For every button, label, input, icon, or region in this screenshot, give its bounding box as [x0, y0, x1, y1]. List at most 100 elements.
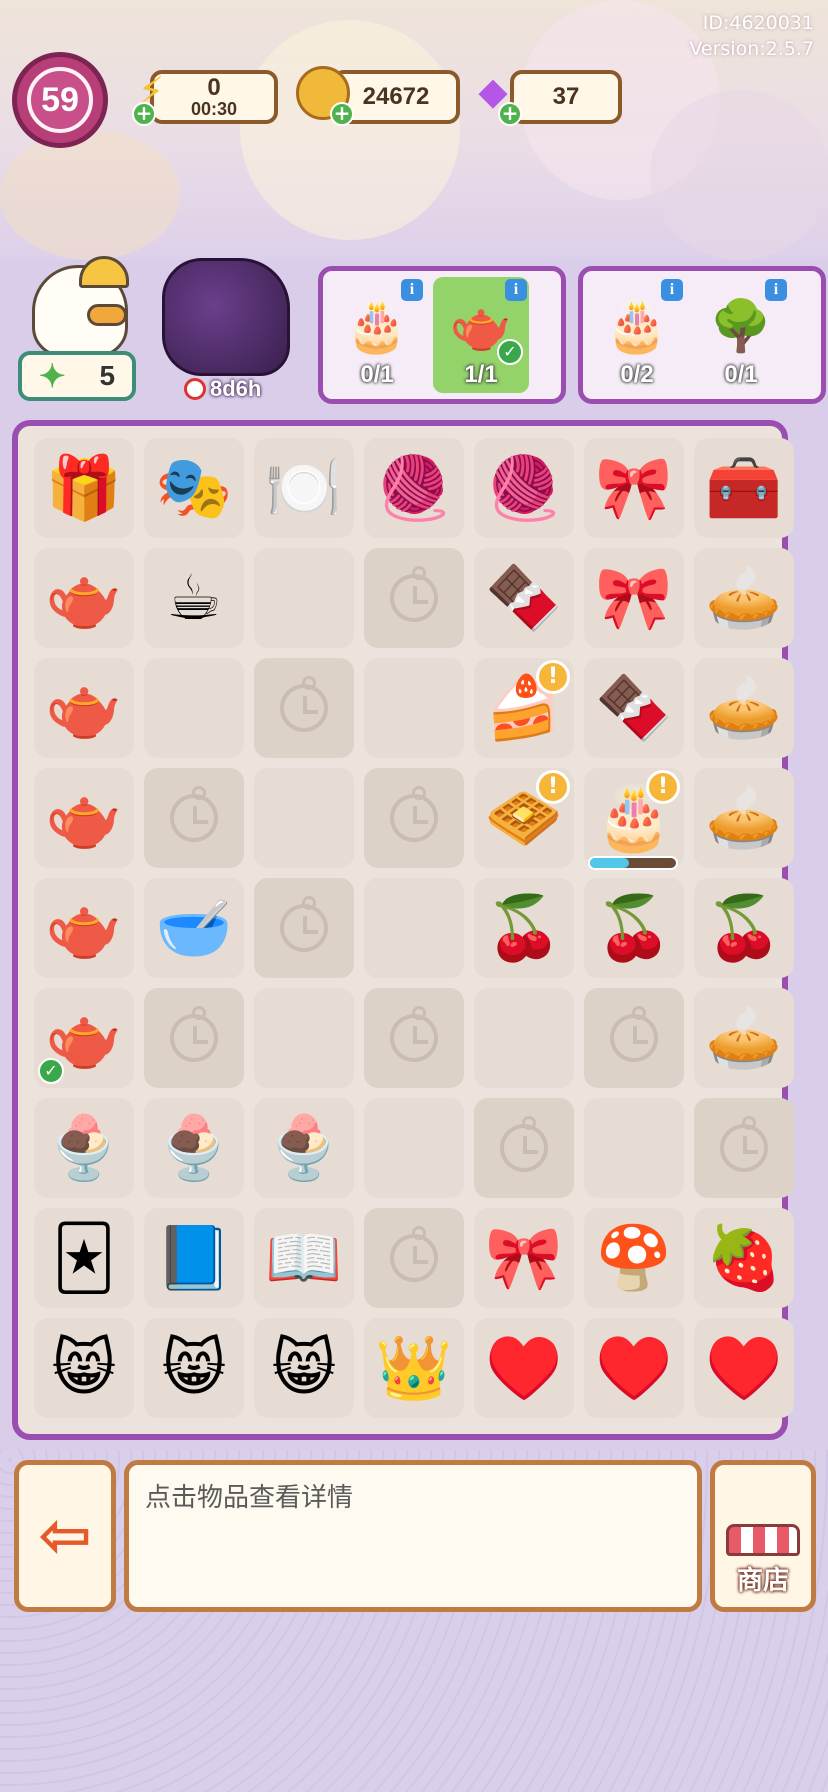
board-cell-empty — [254, 548, 354, 648]
board-cell-locked[interactable] — [364, 988, 464, 1088]
order-item[interactable]: 🌳 0/1 i — [693, 277, 789, 393]
board-cell-item[interactable]: 😸 — [34, 1318, 134, 1418]
board-cell-item[interactable]: 🫖 — [34, 768, 134, 868]
board-cell-item[interactable]: 👑 — [364, 1318, 464, 1418]
board-cell-locked[interactable] — [694, 1098, 794, 1198]
order-item[interactable]: 🫖 1/1 i ✓ — [433, 277, 529, 393]
board-cell-locked[interactable] — [364, 1208, 464, 1308]
board-cell-item[interactable]: 🫖 — [34, 548, 134, 648]
board-cell-item[interactable]: 🍒 — [584, 878, 684, 978]
order-card-2[interactable]: 🎂 0/2 i 🌳 0/1 i — [578, 266, 826, 404]
board-cell-item[interactable]: 🍓 — [694, 1208, 794, 1308]
order-item[interactable]: 🎂 0/1 i — [329, 277, 425, 393]
exit-button[interactable]: ⇦ — [14, 1460, 116, 1612]
stopwatch-icon — [280, 676, 328, 732]
info-icon[interactable]: i — [661, 279, 683, 301]
gem-counter[interactable]: 37 — [510, 70, 622, 124]
heart-card-guard-icon: ♥️ — [705, 1331, 783, 1404]
board-cell-item[interactable]: 🍒 — [474, 878, 574, 978]
board-cell-locked[interactable] — [584, 988, 684, 1088]
board-cell-item[interactable]: 🎭 — [144, 438, 244, 538]
version-label: Version:2.5.7 — [689, 38, 814, 60]
board-cell-item[interactable]: 🃏 — [34, 1208, 134, 1308]
bottom-bar: ⇦ 点击物品查看详情 商店 — [0, 1450, 828, 1792]
build-info: ID:4620031 Version:2.5.7 — [689, 10, 814, 62]
board-cell-item[interactable]: 🍨 — [34, 1098, 134, 1198]
board-cell-item[interactable]: 🥧 — [694, 658, 794, 758]
board-grid: 🎁 🎭 🍽️ 🧶 🧶 🎀 🧰 🫖 ☕ 🍫 🎀 🥧 🫖 🍰! 🍫 🥧 🫖 🧇! 🎂! 🥧 🫖 🥣 🍒 🍒 🍒 🫖 ✓ 🥧 🍨 🍨 🍨 🃏 📘 📖 🎀 🍄… — [34, 438, 794, 1418]
board-cell-item[interactable]: ♥️ — [584, 1318, 684, 1418]
board-cell-empty — [364, 1098, 464, 1198]
board-cell-item[interactable]: 🍫 — [474, 548, 574, 648]
storybook-icon: 📘 — [155, 1221, 233, 1294]
board-cell-item[interactable]: 🎁 — [34, 438, 134, 538]
board-cell-locked[interactable] — [254, 878, 354, 978]
board-cell-item[interactable]: 🥧 — [694, 988, 794, 1088]
board-cell-item[interactable]: 🍰! — [474, 658, 574, 758]
duck-helper-icon — [32, 256, 129, 357]
board-cell-item[interactable]: 🎀 — [584, 548, 684, 648]
shop-stall-icon — [726, 1524, 800, 1556]
order-card-1[interactable]: 🎂 0/1 i 🫖 1/1 i ✓ — [318, 266, 566, 404]
level-badge[interactable]: 59 — [12, 52, 108, 148]
producer-tree[interactable]: 8d6h — [156, 258, 296, 408]
fruit-tart-icon: 🥧 — [705, 671, 783, 744]
board-cell-item[interactable]: 🍽️ — [254, 438, 354, 538]
board-cell-item[interactable]: 🍨 — [144, 1098, 244, 1198]
producer-timer-text: 8d6h — [210, 376, 262, 401]
add-gems-button[interactable]: + — [498, 102, 522, 126]
board-cell-item[interactable]: 🥧 — [694, 548, 794, 648]
energy-chest-icon: 🎁 — [45, 451, 123, 524]
board-cell-item[interactable]: 🧰 — [694, 438, 794, 538]
board-cell-locked[interactable] — [144, 768, 244, 868]
berry-pudding-icon: 🍨 — [265, 1111, 343, 1184]
board-cell-item[interactable]: 🎀 — [474, 1208, 574, 1308]
strawberry-icon: 🍓 — [705, 1221, 783, 1294]
board-cell-item[interactable]: 🍨 — [254, 1098, 354, 1198]
layer-cake-icon: 🎂 — [345, 297, 409, 355]
helper-duck[interactable]: ✦ 5 — [18, 255, 138, 405]
cheshire-cat-icon: 😸 — [271, 1331, 337, 1404]
board-cell-empty — [364, 658, 464, 758]
stopwatch-icon — [610, 1006, 658, 1062]
progress-fill — [590, 858, 629, 868]
info-icon[interactable]: i — [505, 279, 527, 301]
board-cell-item[interactable]: 🎀 — [584, 438, 684, 538]
info-icon[interactable]: i — [401, 279, 423, 301]
board-cell-item[interactable]: 🧶 — [474, 438, 574, 538]
board-cell-item[interactable]: 📘 — [144, 1208, 244, 1308]
yarn-spool-icon: 🧶 — [485, 451, 563, 524]
board-cell-item[interactable]: ♥️ — [694, 1318, 794, 1418]
board-cell-locked[interactable] — [364, 768, 464, 868]
card-soldiers-icon: 🃏 — [52, 1221, 116, 1294]
info-icon[interactable]: i — [765, 279, 787, 301]
board-cell-item[interactable]: 🫖 — [34, 658, 134, 758]
shop-button[interactable]: 商店 — [710, 1460, 816, 1612]
board-cell-locked[interactable] — [144, 988, 244, 1088]
raspberry-icon: 🍒 — [705, 891, 783, 964]
board-cell-locked[interactable] — [364, 548, 464, 648]
board-cell-item[interactable]: 📖 — [254, 1208, 354, 1308]
board-cell-item[interactable]: ☕ — [144, 548, 244, 648]
add-coins-button[interactable]: + — [330, 102, 354, 126]
board-cell-item[interactable]: 🍄 — [584, 1208, 684, 1308]
board-cell-item[interactable]: 🎂! — [584, 768, 684, 870]
board-cell-item[interactable]: 🧇! — [474, 768, 574, 868]
board-cell-item[interactable]: 😸 — [144, 1318, 244, 1418]
board-cell-item[interactable]: 🧶 — [364, 438, 464, 538]
board-cell-item[interactable]: ♥️ — [474, 1318, 574, 1418]
board-cell-item[interactable]: 🫖 — [34, 878, 134, 978]
board-cell-locked[interactable] — [474, 1098, 574, 1198]
board-cell-item[interactable]: 🍒 — [694, 878, 794, 978]
board-cell-item[interactable]: 🫖 ✓ — [34, 988, 134, 1088]
add-energy-button[interactable]: + — [132, 102, 156, 126]
board-cell-item[interactable]: 🥧 — [694, 768, 794, 868]
stopwatch-icon — [390, 1006, 438, 1062]
board-cell-locked[interactable] — [254, 658, 354, 758]
board-cell-item[interactable]: 🍫 — [584, 658, 684, 758]
order-item[interactable]: 🎂 0/2 i — [589, 277, 685, 393]
board-cell-item[interactable]: 🥣 — [144, 878, 244, 978]
board-cell-item[interactable]: 😸 — [254, 1318, 354, 1418]
order-item-count: 0/1 — [724, 361, 758, 388]
cheshire-cat-icon: 😸 — [51, 1331, 117, 1404]
